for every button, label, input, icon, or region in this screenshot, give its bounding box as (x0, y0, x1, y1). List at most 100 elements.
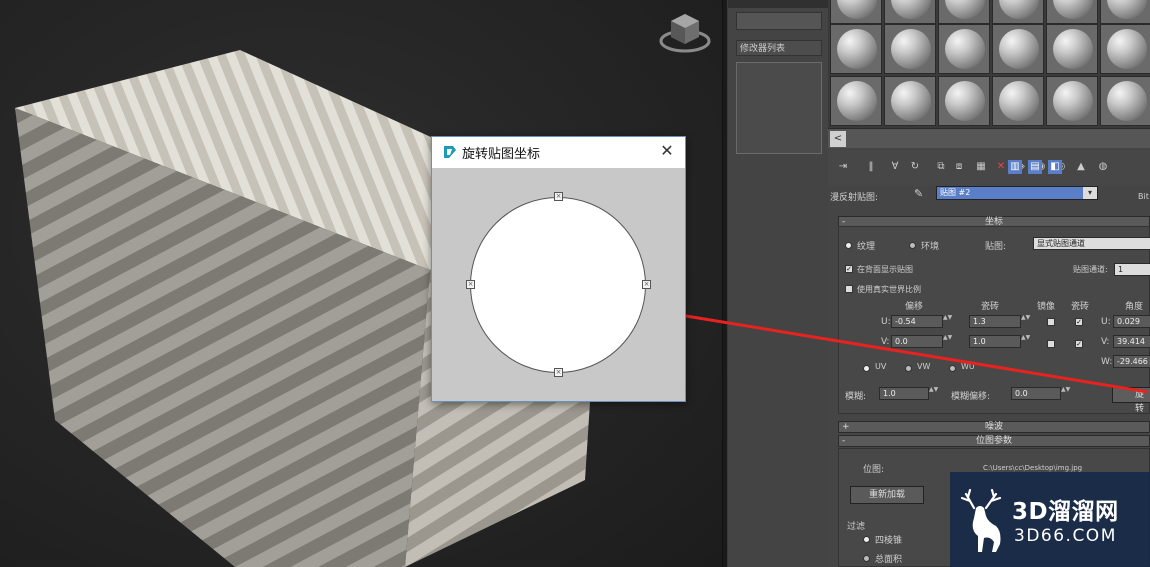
collapse-icon: - (842, 436, 846, 446)
rotation-handle-right[interactable]: × (642, 280, 651, 289)
scroll-left-button[interactable]: < (830, 131, 846, 147)
v-angle-label: V: (1101, 337, 1110, 347)
modifier-stack[interactable] (736, 62, 822, 154)
v-mirror-checkbox[interactable] (1047, 340, 1055, 348)
rotation-handle-top[interactable]: × (554, 192, 563, 201)
mapping-dropdown[interactable]: 显式贴图通道 (1033, 237, 1150, 250)
u-tiling-field[interactable]: 1.3 (969, 315, 1021, 328)
u-tiling-spinner[interactable]: ▲▼ (1021, 315, 1030, 328)
material-slot[interactable] (992, 24, 1044, 74)
material-sphere-icon (1053, 0, 1093, 19)
material-sphere-icon (1053, 81, 1093, 121)
v-offset-field[interactable]: 0.0 (891, 335, 943, 348)
pick-material-icon[interactable]: ◍ (1096, 160, 1110, 174)
bitmap-params-rollout-header[interactable]: - 位图参数 (838, 435, 1150, 447)
dropdown-arrow-icon[interactable]: ▾ (1083, 187, 1097, 199)
material-slot[interactable] (884, 0, 936, 24)
material-slot[interactable] (830, 24, 882, 74)
background-icon[interactable]: ▤ (1028, 160, 1042, 174)
angle-header: 角度 (1125, 302, 1144, 312)
material-slot[interactable] (992, 0, 1044, 24)
material-slot[interactable] (884, 76, 936, 126)
material-slot[interactable] (1100, 0, 1150, 24)
material-slot[interactable] (830, 0, 882, 24)
blur-offset-spinner[interactable]: ▲▼ (1061, 387, 1070, 400)
material-slot[interactable] (1046, 0, 1098, 24)
reset-map-icon[interactable]: ↻ (908, 160, 922, 174)
bitmap-path-button[interactable]: C:\Users\cc\Desktop\img.jpg (983, 464, 1082, 472)
uv-radio[interactable] (863, 365, 870, 372)
material-slot[interactable] (992, 76, 1044, 126)
blur-field[interactable]: 1.0 (879, 387, 929, 400)
unique-icon[interactable]: ⧈ (952, 160, 966, 174)
material-sphere-icon (837, 29, 877, 69)
v-tiling-spinner[interactable]: ▲▼ (1021, 335, 1030, 348)
blur-offset-field[interactable]: 0.0 (1011, 387, 1061, 400)
v-tiling-field[interactable]: 1.0 (969, 335, 1021, 348)
vw-radio[interactable] (905, 365, 912, 372)
material-slot[interactable] (884, 24, 936, 74)
put-library-icon[interactable]: ▦ (974, 160, 988, 174)
real-world-checkbox[interactable] (845, 285, 853, 293)
texture-radio[interactable] (845, 242, 852, 249)
map-type-button[interactable]: Bit (1138, 192, 1149, 201)
dialog-titlebar[interactable]: 旋转贴图坐标 ✕ (432, 137, 685, 168)
reload-button[interactable]: 重新加载 (850, 486, 924, 504)
w-angle-field[interactable]: -29.466 (1113, 355, 1150, 368)
rotate-button[interactable]: 旋转 (1112, 387, 1150, 414)
show-in-viewport-icon[interactable]: ▥ (1008, 160, 1022, 174)
put-to-scene-icon[interactable]: ‖ (864, 160, 878, 174)
eyedropper-icon[interactable]: ✎ (914, 187, 923, 200)
filter-summed-label: 总面积 (875, 555, 903, 565)
material-slot[interactable] (938, 76, 990, 126)
u-mirror-checkbox[interactable] (1047, 318, 1055, 326)
material-slot[interactable] (938, 0, 990, 24)
material-slot[interactable] (1046, 24, 1098, 74)
show-on-back-checkbox[interactable]: ✓ (845, 265, 853, 273)
u-tile-checkbox[interactable]: ✓ (1075, 318, 1083, 326)
assign-material-icon[interactable]: ∀ (888, 160, 902, 174)
u-angle-field[interactable]: 0.029 (1113, 315, 1150, 328)
rotation-handle-bottom[interactable]: × (554, 368, 563, 377)
filter-pyramid-radio[interactable] (863, 536, 870, 543)
command-panel-tabs[interactable] (728, 0, 828, 8)
material-slot[interactable] (938, 24, 990, 74)
slots-scrollbar[interactable]: < (828, 128, 1150, 148)
w-angle-label: W: (1101, 357, 1113, 367)
map-name-dropdown[interactable]: 贴图 #2 ▾ (936, 186, 1098, 200)
rotation-handle-left[interactable]: × (466, 280, 475, 289)
material-slot[interactable] (830, 76, 882, 126)
material-slot[interactable] (1100, 76, 1150, 126)
u-offset-spinner[interactable]: ▲▼ (943, 315, 952, 328)
noise-rollout-header[interactable]: + 噪波 (838, 421, 1150, 433)
material-sphere-icon (891, 29, 931, 69)
u-offset-field[interactable]: -0.54 (891, 315, 943, 328)
copy-material-icon[interactable]: ⧉ (934, 160, 948, 174)
object-name-field[interactable] (736, 12, 822, 30)
map-channel-label: 贴图通道: (1073, 265, 1108, 274)
get-material-icon[interactable]: ⇥ (836, 160, 850, 174)
rotation-circle[interactable] (470, 197, 646, 373)
modifier-list-dropdown[interactable]: 修改器列表 (736, 40, 822, 56)
material-sphere-icon (891, 81, 931, 121)
v-tile-checkbox[interactable]: ✓ (1075, 340, 1083, 348)
material-sphere-icon (999, 29, 1039, 69)
environ-radio[interactable] (909, 242, 916, 249)
rotate-map-coords-dialog: 旋转贴图坐标 ✕ × × × × (431, 136, 686, 402)
go-parent-icon[interactable]: ▲ (1074, 160, 1088, 174)
material-sphere-icon (945, 29, 985, 69)
navigator-icon[interactable]: ◧ (1048, 160, 1062, 174)
delete-icon[interactable]: ✕ (994, 160, 1008, 174)
watermark: 3D溜溜网 3D66.COM (950, 472, 1150, 567)
v-offset-spinner[interactable]: ▲▼ (943, 335, 952, 348)
filter-summed-radio[interactable] (863, 555, 870, 562)
material-slot[interactable] (1100, 24, 1150, 74)
material-slot[interactable] (1046, 76, 1098, 126)
viewcube-icon[interactable] (657, 10, 713, 56)
material-sphere-icon (1053, 29, 1093, 69)
v-angle-field[interactable]: 39.414 (1113, 335, 1150, 348)
blur-spinner[interactable]: ▲▼ (929, 387, 938, 400)
close-icon[interactable]: ✕ (657, 141, 677, 161)
wu-radio[interactable] (949, 365, 956, 372)
map-channel-field[interactable]: 1 (1114, 263, 1150, 276)
